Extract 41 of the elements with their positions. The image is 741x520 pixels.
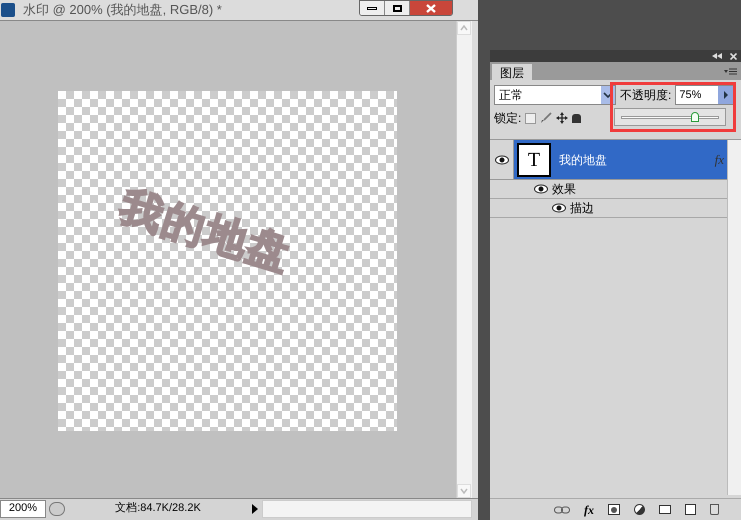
layers-scrollbar[interactable]: [727, 140, 741, 495]
horizontal-scrollbar[interactable]: [262, 500, 472, 518]
move-icon[interactable]: [556, 112, 568, 124]
eye-icon[interactable]: [494, 154, 508, 164]
mask-icon[interactable]: [608, 504, 620, 515]
zoom-field[interactable]: 200%: [0, 500, 46, 518]
opacity-field[interactable]: 75%: [675, 85, 736, 105]
slider-thumb[interactable]: [690, 112, 698, 122]
watermark-text: 我的地盘: [114, 181, 298, 281]
window-title: 水印 @ 200% (我的地盘, RGB/8) *: [23, 1, 223, 20]
lock-icon[interactable]: [572, 114, 582, 122]
eye-icon[interactable]: [534, 184, 548, 194]
panel-menu-icon[interactable]: [724, 68, 737, 74]
text-layer-thumbnail: T: [517, 142, 551, 176]
eye-icon[interactable]: [552, 203, 566, 213]
adjustment-icon[interactable]: [634, 504, 645, 515]
layer-effect-label[interactable]: 效果: [552, 180, 576, 198]
layer-effect-label[interactable]: 描边: [570, 199, 594, 217]
status-icon[interactable]: [49, 502, 65, 516]
link-icon[interactable]: [554, 506, 570, 514]
blend-mode-dropdown[interactable]: 正常: [494, 85, 616, 105]
panel-tab[interactable]: 图层: [492, 64, 532, 80]
fx-button[interactable]: fx: [584, 500, 594, 518]
slider-toggle-icon: [718, 86, 734, 104]
close-icon: [426, 4, 436, 12]
layer-name: 我的地盘: [559, 152, 608, 168]
collapse-icon[interactable]: [712, 53, 722, 59]
status-menu-arrow-icon[interactable]: [251, 504, 259, 514]
opacity-label: 不透明度:: [620, 87, 672, 104]
layer-row[interactable]: T 我的地盘 fx: [490, 140, 727, 180]
app-logo-icon: [1, 3, 15, 17]
document-info: 文档:84.7K/28.2K: [114, 500, 202, 516]
trash-icon[interactable]: [710, 504, 719, 515]
slider-track[interactable]: [621, 111, 719, 123]
restore-button[interactable]: [385, 1, 410, 15]
lock-label: 锁定:: [494, 110, 522, 127]
close-icon[interactable]: [730, 52, 737, 60]
folder-icon[interactable]: [659, 505, 671, 514]
minimize-button[interactable]: [360, 1, 385, 15]
close-button[interactable]: [410, 1, 452, 15]
new-layer-icon[interactable]: [685, 504, 696, 515]
